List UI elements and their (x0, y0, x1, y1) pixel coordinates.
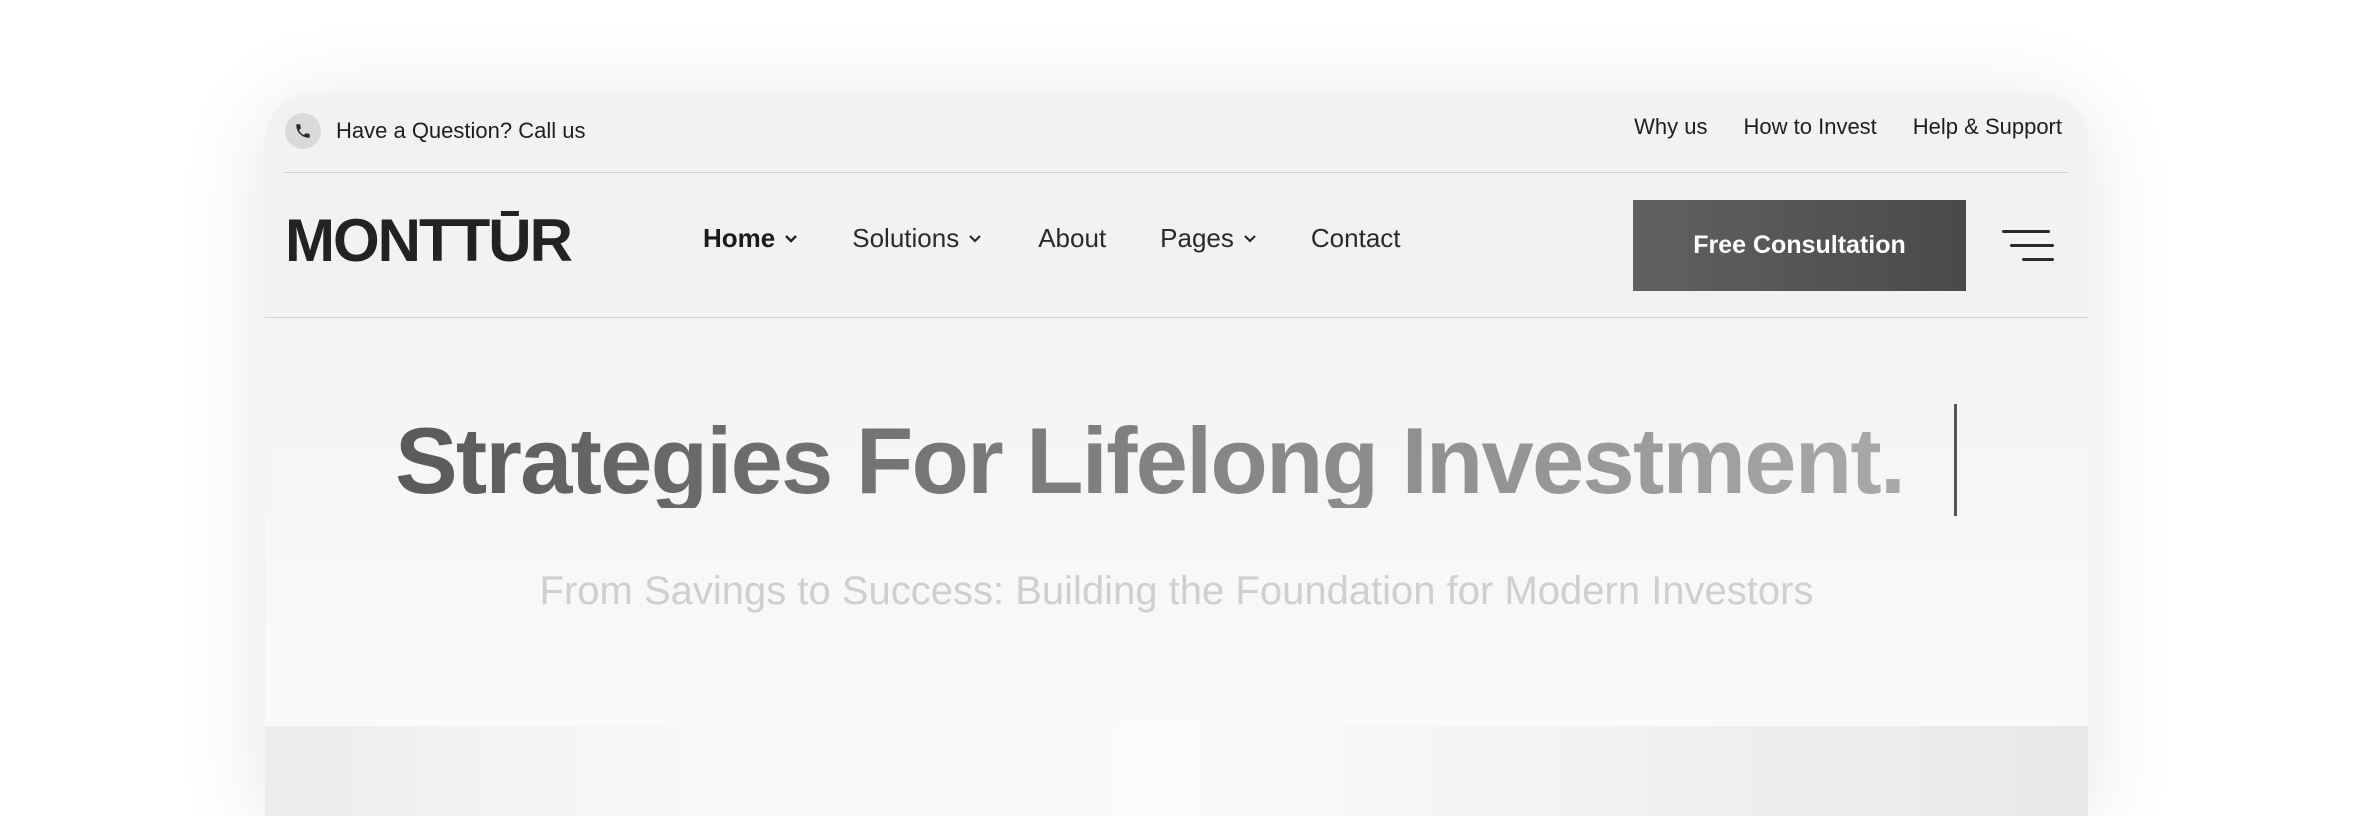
logo-mark: MONTTŪR (285, 207, 575, 274)
nav-item-about-label: About (1038, 223, 1107, 253)
nav-item-contact-label: Contact (1310, 223, 1401, 253)
top-link-why-us[interactable]: Why us (1634, 114, 1707, 140)
nav-item-home[interactable]: Home (703, 223, 798, 254)
nav-item-about[interactable]: About (1038, 223, 1106, 254)
page-background: Have a Question? Call us Why us How to I… (0, 0, 2353, 816)
svg-text:MONTTŪR: MONTTŪR (285, 207, 573, 267)
top-links: Why us How to Invest Help & Support (1634, 114, 2062, 140)
nav-item-pages-label: Pages (1160, 223, 1234, 253)
brand-logo[interactable]: MONTTŪR (285, 205, 605, 274)
phone-icon (285, 113, 321, 149)
chevron-down-icon (1243, 234, 1257, 244)
nav-item-contact[interactable]: Contact (1311, 223, 1401, 254)
hero-subtitle: From Savings to Success: Building the Fo… (539, 569, 1814, 613)
hero-title-container: Strategies For Lifelong Investment. (395, 406, 1955, 526)
hero-image-strip (265, 726, 2088, 816)
top-link-how-to-invest[interactable]: How to Invest (1744, 114, 1877, 140)
nav-item-solutions[interactable]: Solutions (852, 223, 982, 254)
free-consultation-button[interactable]: Free Consultation (1633, 200, 1966, 291)
nav-item-solutions-label: Solutions (852, 223, 960, 253)
hamburger-menu-icon[interactable] (2002, 228, 2054, 264)
nav-menu: Home Solutions About Pages Contact (703, 223, 1401, 254)
hero-title: Strategies For Lifelong Investment. (395, 408, 1906, 513)
typing-cursor (1954, 404, 1957, 516)
phone-contact[interactable]: Have a Question? Call us (285, 113, 585, 149)
nav-item-home-label: Home (703, 223, 776, 253)
nav-item-pages[interactable]: Pages (1160, 223, 1257, 254)
top-link-help-support[interactable]: Help & Support (1913, 114, 2062, 140)
phone-text: Have a Question? Call us (336, 118, 586, 143)
top-bar: Have a Question? Call us Why us How to I… (285, 93, 2068, 173)
chevron-down-icon (784, 234, 798, 244)
chevron-down-icon (968, 234, 982, 244)
website-frame: Have a Question? Call us Why us How to I… (265, 93, 2088, 816)
